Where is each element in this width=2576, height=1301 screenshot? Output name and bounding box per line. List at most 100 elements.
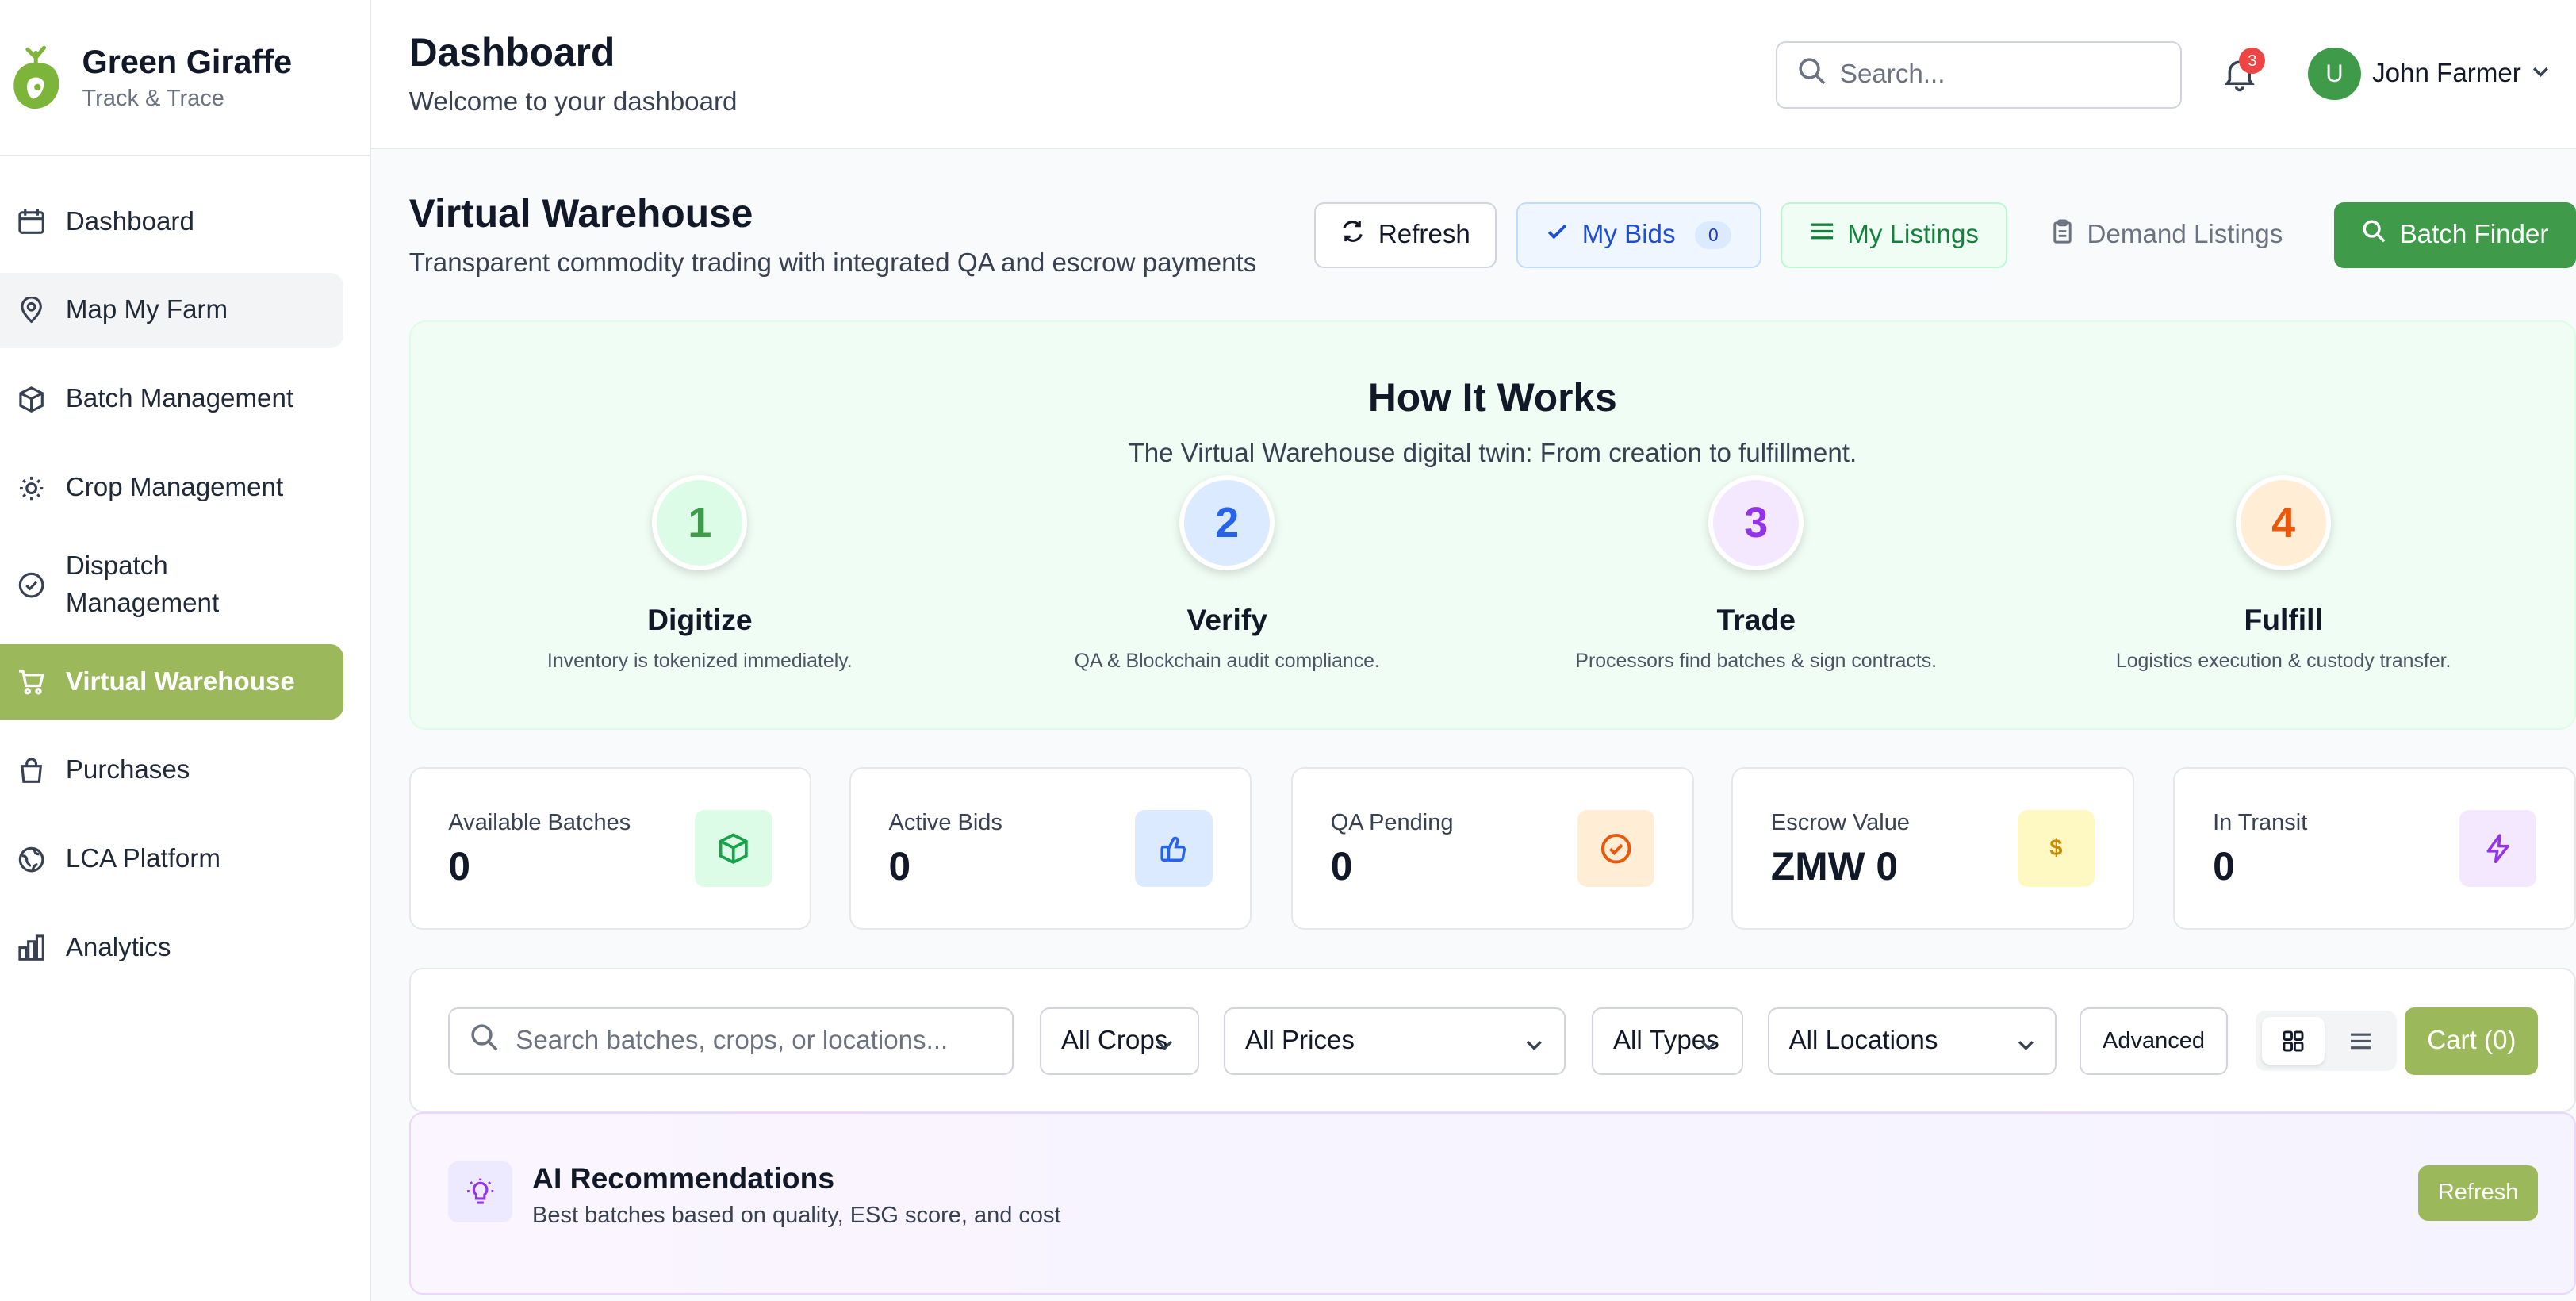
step-description: Inventory is tokenized immediately.: [546, 650, 853, 672]
sidebar-item-crop-management[interactable]: Crop Management: [0, 451, 343, 526]
map-pin-icon: [17, 296, 46, 325]
refresh-button[interactable]: Refresh: [1314, 201, 1497, 268]
cube-icon: [695, 810, 772, 888]
bar-chart-icon: [17, 933, 46, 962]
chevron-down-icon: [1155, 1032, 1175, 1062]
stat-label: Escrow Value: [1770, 810, 1910, 836]
sidebar-item-batch-management[interactable]: Batch Management: [0, 362, 343, 437]
list-icon: [1810, 220, 1834, 250]
sun-icon: [17, 474, 46, 503]
advanced-filters-button[interactable]: Advanced: [2080, 1007, 2228, 1075]
global-search[interactable]: [1776, 40, 2182, 109]
sidebar-item-label: Crop Management: [65, 473, 284, 503]
search-icon: [2362, 219, 2386, 251]
sidebar: Green Giraffe Track & Trace Dashboard Ma…: [0, 0, 372, 1301]
batch-search[interactable]: [448, 1007, 1014, 1075]
user-menu[interactable]: U John Farmer: [2308, 48, 2551, 101]
section-title: Virtual Warehouse: [408, 191, 753, 236]
user-name: John Farmer: [2372, 59, 2521, 89]
how-it-works-subtitle: The Virtual Warehouse digital twin: From…: [1128, 438, 1857, 468]
step-name: Fulfill: [2244, 603, 2323, 637]
sidebar-item-virtual-warehouse[interactable]: Virtual Warehouse: [0, 643, 343, 720]
sidebar-item-analytics[interactable]: Analytics: [0, 910, 343, 985]
globe-icon: [17, 845, 46, 874]
lightning-icon: [2459, 810, 2537, 888]
prices-select-value: All Prices: [1244, 1026, 1355, 1056]
step-fulfill: 4 Fulfill Logistics execution & custody …: [2070, 474, 2497, 673]
sidebar-item-label: Dashboard: [65, 206, 194, 236]
batch-finder-button[interactable]: Batch Finder: [2334, 201, 2576, 268]
sidebar-item-map-my-farm[interactable]: Map My Farm: [0, 272, 343, 349]
grid-view-icon[interactable]: [2262, 1017, 2325, 1065]
step-verify: 2 Verify QA & Blockchain audit complianc…: [1014, 474, 1441, 673]
step-description: Logistics execution & custody transfer.: [2115, 650, 2451, 672]
stat-value: 0: [448, 843, 471, 888]
step-number: 3: [1708, 474, 1804, 570]
list-view-icon[interactable]: [2331, 1017, 2390, 1065]
avatar: U: [2308, 48, 2361, 101]
giraffe-logo-icon: [6, 41, 66, 113]
cart-button[interactable]: Cart (0): [2405, 1007, 2539, 1075]
step-digitize: 1 Digitize Inventory is tokenized immedi…: [486, 474, 914, 673]
stat-value: ZMW 0: [1770, 843, 1899, 888]
sidebar-item-label: Map My Farm: [65, 295, 228, 325]
notification-badge: 3: [2239, 48, 2266, 75]
sidebar-item-lca-platform[interactable]: LCA Platform: [0, 822, 343, 897]
search-icon: [1797, 56, 1827, 93]
stat-value: 0: [888, 843, 911, 888]
step-trade: 3 Trade Processors find batches & sign c…: [1543, 474, 1970, 673]
stat-card-available-batches: Available Batches 0: [408, 767, 812, 931]
chevron-down-icon: [2016, 1032, 2036, 1062]
search-icon: [470, 1023, 499, 1059]
stat-value: 0: [1330, 843, 1353, 888]
page-title: Dashboard: [408, 30, 615, 75]
my-bids-count: 0: [1695, 221, 1732, 249]
step-description: QA & Blockchain audit compliance.: [1074, 650, 1380, 672]
stats-row: Available Batches 0 Active Bids 0 QA Pen…: [408, 767, 2576, 931]
sidebar-item-dispatch-management[interactable]: Dispatch Management: [0, 539, 343, 631]
lightbulb-icon: [448, 1161, 513, 1223]
sidebar-item-purchases[interactable]: Purchases: [0, 733, 343, 808]
chevron-down-icon: [1524, 1032, 1544, 1062]
step-description: Processors find batches & sign contracts…: [1575, 650, 1938, 672]
stat-value: 0: [2213, 843, 2235, 888]
stat-label: In Transit: [2213, 810, 2308, 836]
step-number: 4: [2236, 474, 2332, 570]
section-subtitle: Transparent commodity trading with integ…: [408, 248, 1257, 278]
my-listings-button[interactable]: My Listings: [1781, 201, 2008, 268]
sidebar-item-label: Virtual Warehouse: [65, 666, 295, 697]
brand-name: Green Giraffe: [82, 43, 293, 80]
sidebar-item-label: Batch Management: [65, 384, 294, 414]
dollar-icon: $: [2017, 810, 2095, 888]
prices-select[interactable]: All Prices: [1224, 1007, 1566, 1075]
stat-label: Active Bids: [888, 810, 1002, 836]
sidebar-item-label: Purchases: [65, 755, 190, 785]
demand-listings-button[interactable]: Demand Listings: [2035, 202, 2298, 268]
page-subtitle: Welcome to your dashboard: [408, 86, 738, 117]
view-toggle: [2255, 1010, 2398, 1072]
chevron-down-icon: [2531, 59, 2551, 89]
stat-label: Available Batches: [448, 810, 631, 836]
types-select[interactable]: All Types: [1592, 1007, 1743, 1075]
search-input[interactable]: [1839, 59, 2169, 90]
batch-search-input[interactable]: [516, 1026, 992, 1057]
locations-select[interactable]: All Locations: [1767, 1007, 2057, 1075]
sidebar-item-label: Dispatch Management: [65, 551, 220, 619]
ai-recommendations-title: AI Recommendations: [532, 1161, 835, 1195]
my-bids-button[interactable]: My Bids 0: [1516, 201, 1761, 268]
stat-card-qa-pending: QA Pending 0: [1291, 767, 1694, 931]
crops-select[interactable]: All Crops: [1040, 1007, 1200, 1075]
locations-select-value: All Locations: [1788, 1026, 1938, 1056]
sidebar-item-dashboard[interactable]: Dashboard: [0, 184, 343, 259]
ai-refresh-button[interactable]: Refresh: [2418, 1165, 2539, 1221]
step-number: 1: [652, 474, 748, 570]
sidebar-item-label: Analytics: [65, 933, 171, 963]
gavel-icon: [1135, 810, 1213, 888]
sidebar-item-label: LCA Platform: [65, 844, 220, 874]
check-icon: [1546, 220, 1569, 250]
stat-card-escrow-value: Escrow Value ZMW 0 $: [1731, 767, 2134, 931]
my-listings-label: My Listings: [1847, 220, 1979, 250]
check-circle-icon: [1577, 810, 1654, 888]
demand-listings-label: Demand Listings: [2087, 220, 2283, 250]
batch-finder-label: Batch Finder: [2399, 220, 2549, 250]
